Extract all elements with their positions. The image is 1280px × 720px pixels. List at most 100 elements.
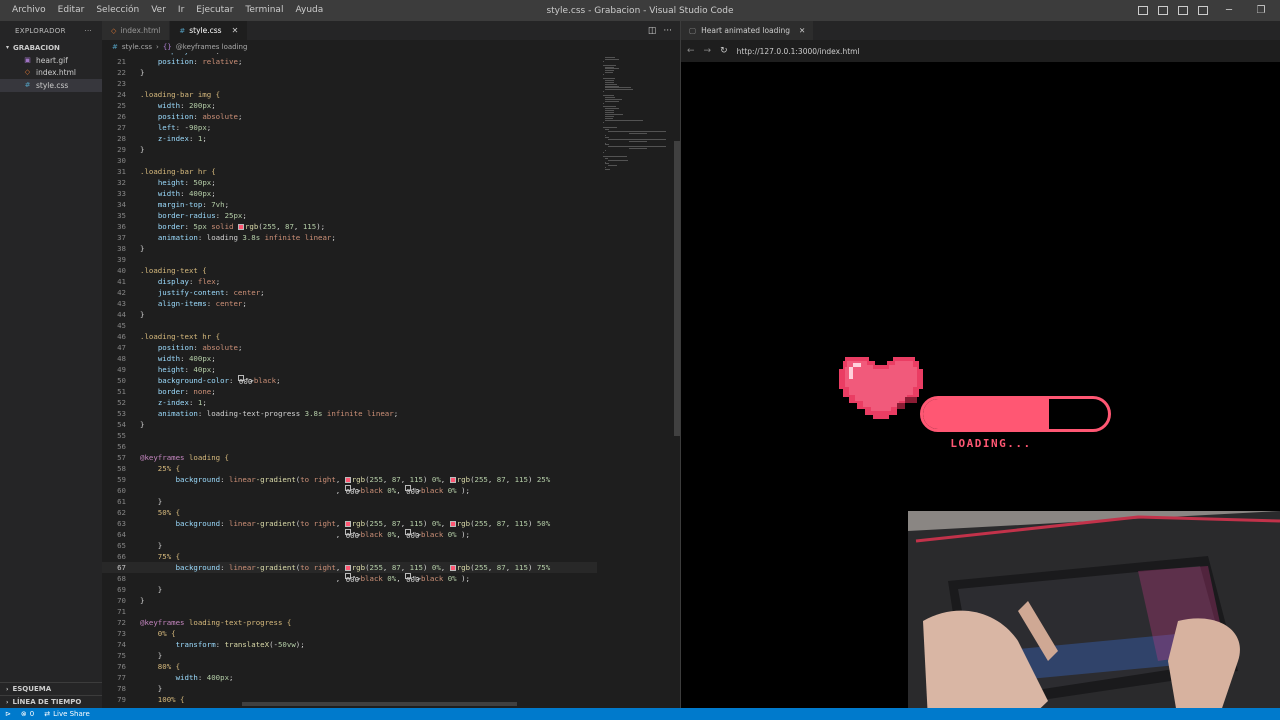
menu-item-archivo[interactable]: Archivo [6,0,52,21]
minimap-line [603,64,616,66]
menu-item-ver[interactable]: Ver [145,0,172,21]
reload-icon[interactable]: ↻ [720,46,728,56]
file-item[interactable]: ◇ index.html [0,67,102,80]
line-number: 74 [117,640,126,649]
code-text: 80% { [140,662,181,671]
minimap-line [603,127,617,129]
line-number: 41 [117,277,126,286]
line-number: 24 [117,90,126,99]
file-item[interactable]: # style.css [0,79,102,92]
code-line: 63 background: linear-gradient(to right,… [102,518,597,529]
toggle-sidebar-icon[interactable] [1134,0,1152,21]
minimap-line [605,100,620,102]
line-number: 52 [117,398,126,407]
line-number: 64 [117,530,126,539]
menu-item-ejecutar[interactable]: Ejecutar [190,0,239,21]
code-line: 52 z-index: 1; [102,397,597,408]
css-file-icon: # [179,26,186,35]
code-line: 47 position: absolute; [102,342,597,353]
code-line: 69 } [102,584,597,595]
remote-indicator[interactable]: ⊳ [0,710,16,718]
line-number: 59 [117,475,126,484]
minimap-line [603,60,604,62]
line-number: 51 [117,387,126,396]
code-text: } [140,651,163,660]
more-actions-icon[interactable]: ··· [84,27,92,35]
toggle-secondary-sidebar-icon[interactable] [1174,0,1192,21]
code-text: transform: translateX(-50vw); [175,640,305,649]
code-text: , 000">black 0%, 000">black 0% ); [140,573,470,584]
code-text: } [140,310,145,319]
minimap-line [607,146,666,148]
code-line: 57 @keyframes loading { [102,452,597,463]
minimap-line [605,81,615,83]
code-line: 62 50% { [102,507,597,518]
tab-index-html[interactable]: ◇ index.html [102,21,171,40]
live-share-button[interactable]: ⇄ Live Share [39,710,95,718]
close-icon[interactable]: ✕ [799,26,805,35]
forward-icon[interactable]: → [704,46,712,56]
menu-item-ir[interactable]: Ir [172,0,190,21]
horizontal-scrollbar[interactable] [242,702,517,706]
timeline-section[interactable]: › LÍNEA DE TIEMPO [0,695,102,708]
code-line: 24 .loading-bar img { [102,89,597,100]
back-icon[interactable]: ← [687,46,695,56]
line-number: 55 [117,431,126,440]
html-file-icon: ◇ [111,26,117,35]
line-number: 30 [117,156,126,165]
code-text: } [140,145,145,154]
split-editor-icon[interactable]: ◫ [648,26,657,36]
line-number: 32 [117,178,126,187]
line-number: 76 [117,662,126,671]
code-text: background: linear-gradient(to right, rg… [175,519,551,528]
line-number: 75 [117,651,126,660]
line-number: 46 [117,332,126,341]
code-line: 40 .loading-text { [102,265,597,276]
restore-button[interactable]: ❐ [1246,0,1276,21]
toggle-panel-icon[interactable] [1154,0,1172,21]
line-number: 66 [117,552,126,561]
browser-tab-title: Heart animated loading [701,26,791,35]
breadcrumb-symbol[interactable]: @keyframes loading [176,43,248,51]
line-number: 56 [117,442,126,451]
code-text: 100% { [140,695,185,704]
menu-item-terminal[interactable]: Terminal [239,0,289,21]
line-number: 69 [117,585,126,594]
problems-indicator[interactable]: ⊗ 0 [16,710,39,718]
code-line: 33 width: 400px; [102,188,597,199]
close-icon[interactable]: ✕ [232,26,239,35]
minimap-line [605,58,619,60]
minimap[interactable] [599,53,671,193]
code-editor[interactable]: 20 display: flex;21 position: relative;2… [102,53,597,708]
breadcrumb: # style.css › {} @keyframes loading [102,40,680,53]
browser-tab[interactable]: ▢ Heart animated loading ✕ [681,21,814,40]
customize-layout-icon[interactable] [1194,0,1212,21]
file-item[interactable]: ▣ heart.gif [0,54,102,67]
line-number: 21 [117,57,126,66]
folder-name: GRABACION [13,43,60,52]
code-line: 43 align-items: center; [102,298,597,309]
webcam-keyboard-image [908,511,1280,720]
outline-section[interactable]: › ESQUEMA [0,682,102,695]
minimap-line [605,112,615,114]
line-number: 42 [117,288,126,297]
minimap-line [605,108,619,110]
breadcrumb-file[interactable]: style.css [122,43,152,51]
more-actions-icon[interactable]: ··· [663,26,672,36]
tab-style-css[interactable]: # style.css ✕ [170,21,249,40]
minimap-line [605,129,609,131]
file-name: style.css [36,80,69,90]
menu-item-selección[interactable]: Selección [90,0,145,21]
code-text: background: linear-gradient(to right, rg… [175,563,551,572]
url-input[interactable] [736,46,1037,56]
line-number: 63 [117,519,126,528]
menu-item-editar[interactable]: Editar [52,0,91,21]
menu-item-ayuda[interactable]: Ayuda [289,0,329,21]
minimap-line [605,119,644,121]
code-text: } [140,497,163,506]
minimap-line [605,79,615,81]
code-text: } [140,684,163,693]
folder-title[interactable]: ▾ GRABACION [0,41,102,54]
minimize-button[interactable]: ─ [1214,0,1244,21]
minimap-line [603,91,604,93]
